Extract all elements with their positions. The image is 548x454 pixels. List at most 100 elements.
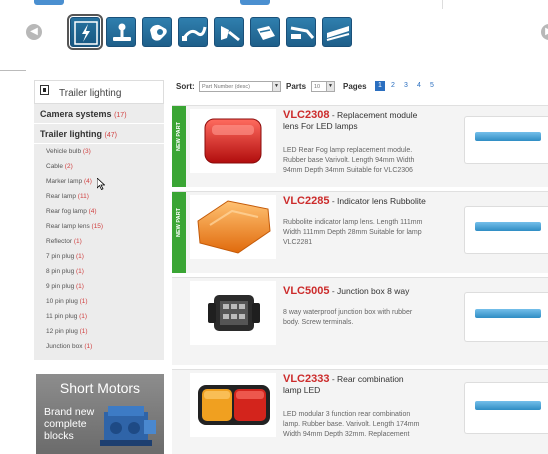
sidebar-item-reflector[interactable]: Reflector (1): [34, 234, 164, 249]
product-description: Rubbolite indicator lamp lens. Length 11…: [283, 218, 458, 248]
item-label: Reflector: [46, 238, 73, 245]
product-description: 8 way waterproof junction box with rubbe…: [283, 308, 458, 328]
item-label: 11 pin plug: [46, 313, 78, 320]
top-tab-right[interactable]: [240, 0, 270, 5]
product-image-indicator-lens[interactable]: [190, 195, 276, 259]
mouse-cursor-icon: [97, 178, 105, 190]
desc-line: Rubber base Varivolt. Length 94mm Width: [283, 157, 415, 164]
connector-icon[interactable]: [322, 17, 352, 47]
new-part-tag: NEW PART: [172, 192, 186, 273]
add-to-basket-button[interactable]: [475, 401, 541, 410]
item-count: (1): [79, 313, 88, 320]
product-name: - Replacement module: [329, 110, 418, 120]
pages-label: Pages: [343, 82, 367, 91]
product-image-rear-combination-lamp[interactable]: [190, 373, 276, 437]
desc-line: LED modular 3 function rear combination: [283, 411, 411, 418]
parts-value: 10: [314, 84, 321, 90]
sort-label: Sort:: [176, 82, 195, 91]
product-name: - Indicator lens Rubbolite: [329, 196, 426, 206]
product-title: VLC5005 - Junction box 8 way: [283, 286, 458, 297]
page-link-5[interactable]: 5: [427, 81, 437, 91]
sidebar-item-7-pin-plug[interactable]: 7 pin plug (1): [34, 249, 164, 264]
tow-bar-icon[interactable]: [106, 17, 136, 47]
product-description: LED modular 3 function rear combination …: [283, 410, 458, 440]
item-count: (1): [79, 328, 88, 335]
sidebar-item-9-pin-plug[interactable]: 9 pin plug (1): [34, 279, 164, 294]
new-part-tag: NEW PART: [172, 106, 186, 187]
item-count: (11): [77, 193, 89, 200]
add-to-basket-button[interactable]: [475, 309, 541, 318]
scroll-left-arrow-icon[interactable]: ◀: [26, 24, 42, 40]
product-code-link[interactable]: VLC2333: [283, 373, 329, 385]
sidebar-item-rear-lamp[interactable]: Rear lamp (11): [34, 189, 164, 204]
desc-line: Width 94mm Depth 32mm. Replacement: [283, 431, 410, 438]
item-label: 8 pin plug: [46, 268, 75, 275]
sidebar-item-rear-fog-lamp[interactable]: Rear fog lamp (4): [34, 204, 164, 219]
item-count: (15): [91, 223, 104, 230]
sidebar-item-11-pin-plug[interactable]: 11 pin plug (1): [34, 309, 164, 324]
new-part-label: NEW PART: [176, 207, 182, 237]
banner-line-2: complete: [44, 418, 87, 430]
socket-icon[interactable]: [214, 17, 244, 47]
product-name: - Junction box 8 way: [329, 286, 410, 296]
item-label: Rear lamp lens: [46, 223, 90, 230]
product-action-box: [464, 292, 548, 342]
sidebar-item-10-pin-plug[interactable]: 10 pin plug (1): [34, 294, 164, 309]
item-label: Rear fog lamp: [46, 208, 87, 215]
section-count: (47): [104, 132, 117, 139]
desc-line: lamp. Rubber base. Varivolt. Length 174m…: [283, 421, 420, 428]
item-count: (1): [76, 268, 84, 275]
product-code-link[interactable]: VLC2285: [283, 195, 329, 207]
wiring-kit-icon[interactable]: [286, 17, 316, 47]
parts-label: Parts: [286, 82, 307, 91]
parts-select[interactable]: 10 ▼: [311, 81, 335, 92]
product-image-junction-box[interactable]: [190, 281, 276, 345]
plug-icon[interactable]: [250, 17, 280, 47]
product-action-box: [464, 382, 548, 434]
banner-headline: Short Motors: [59, 380, 141, 396]
top-strip: [0, 0, 548, 9]
product-title: VLC2308 - Replacement module lens For LE…: [283, 110, 458, 132]
page-link-3[interactable]: 3: [401, 81, 411, 91]
page-link-1[interactable]: 1: [375, 81, 385, 91]
product-action-box: [464, 116, 548, 164]
product-listing: Sort: Part Number (desc) ▼ Parts 10 ▼ Pa…: [172, 80, 548, 454]
item-count: (4): [83, 178, 92, 185]
sidebar-item-vehicle-bulb[interactable]: Vehicle bulb (3): [34, 144, 164, 159]
engine-block-image: [100, 406, 156, 446]
page-link-4[interactable]: 4: [414, 81, 424, 91]
add-to-basket-button[interactable]: [475, 222, 541, 231]
item-count: (4): [88, 208, 97, 215]
sidebar-item-12-pin-plug[interactable]: 12 pin plug (1): [34, 324, 164, 339]
item-count: (2): [64, 163, 73, 170]
sidebar-section-trailer-lighting[interactable]: Trailer lighting (47): [34, 124, 164, 144]
section-label: Trailer lighting: [40, 129, 103, 139]
top-tab-left[interactable]: [34, 0, 64, 5]
sort-select[interactable]: Part Number (desc) ▼: [199, 81, 281, 92]
section-label: Camera systems: [40, 109, 112, 119]
desc-line: VLC2281: [283, 239, 313, 246]
sidebar-item-junction-box[interactable]: Junction box (1): [34, 339, 164, 354]
sidebar-item-8-pin-plug[interactable]: 8 pin plug (1): [34, 264, 164, 279]
chevron-down-icon: ▼: [326, 82, 334, 91]
product-image-rear-fog-lens[interactable]: [190, 109, 276, 173]
desc-line: LED Rear Fog lamp replacement module.: [283, 147, 413, 154]
sidebar-item-rear-lamp-lens[interactable]: Rear lamp lens (15): [34, 219, 164, 234]
product-code-link[interactable]: VLC5005: [283, 285, 329, 297]
add-to-basket-button[interactable]: [475, 132, 541, 141]
cable-icon[interactable]: [178, 17, 208, 47]
top-divider: [442, 0, 443, 9]
sidebar-item-cable[interactable]: Cable (2): [34, 159, 164, 174]
item-label: Marker lamp: [46, 178, 83, 185]
scroll-right-arrow-icon[interactable]: ▶: [541, 24, 548, 40]
item-label: 12 pin plug: [46, 328, 78, 335]
page-link-2[interactable]: 2: [388, 81, 398, 91]
short-motors-banner[interactable]: Short Motors Brand new complete blocks: [36, 374, 164, 454]
section-count: (17): [114, 112, 127, 119]
product-description: LED Rear Fog lamp replacement module. Ru…: [283, 146, 458, 176]
hand-icon[interactable]: [142, 17, 172, 47]
product-code-link[interactable]: VLC2308: [283, 109, 329, 121]
banner-line-1: Brand new: [44, 406, 95, 418]
sidebar-section-camera-systems[interactable]: Camera systems (17): [34, 104, 164, 124]
lightning-icon[interactable]: [67, 14, 103, 50]
